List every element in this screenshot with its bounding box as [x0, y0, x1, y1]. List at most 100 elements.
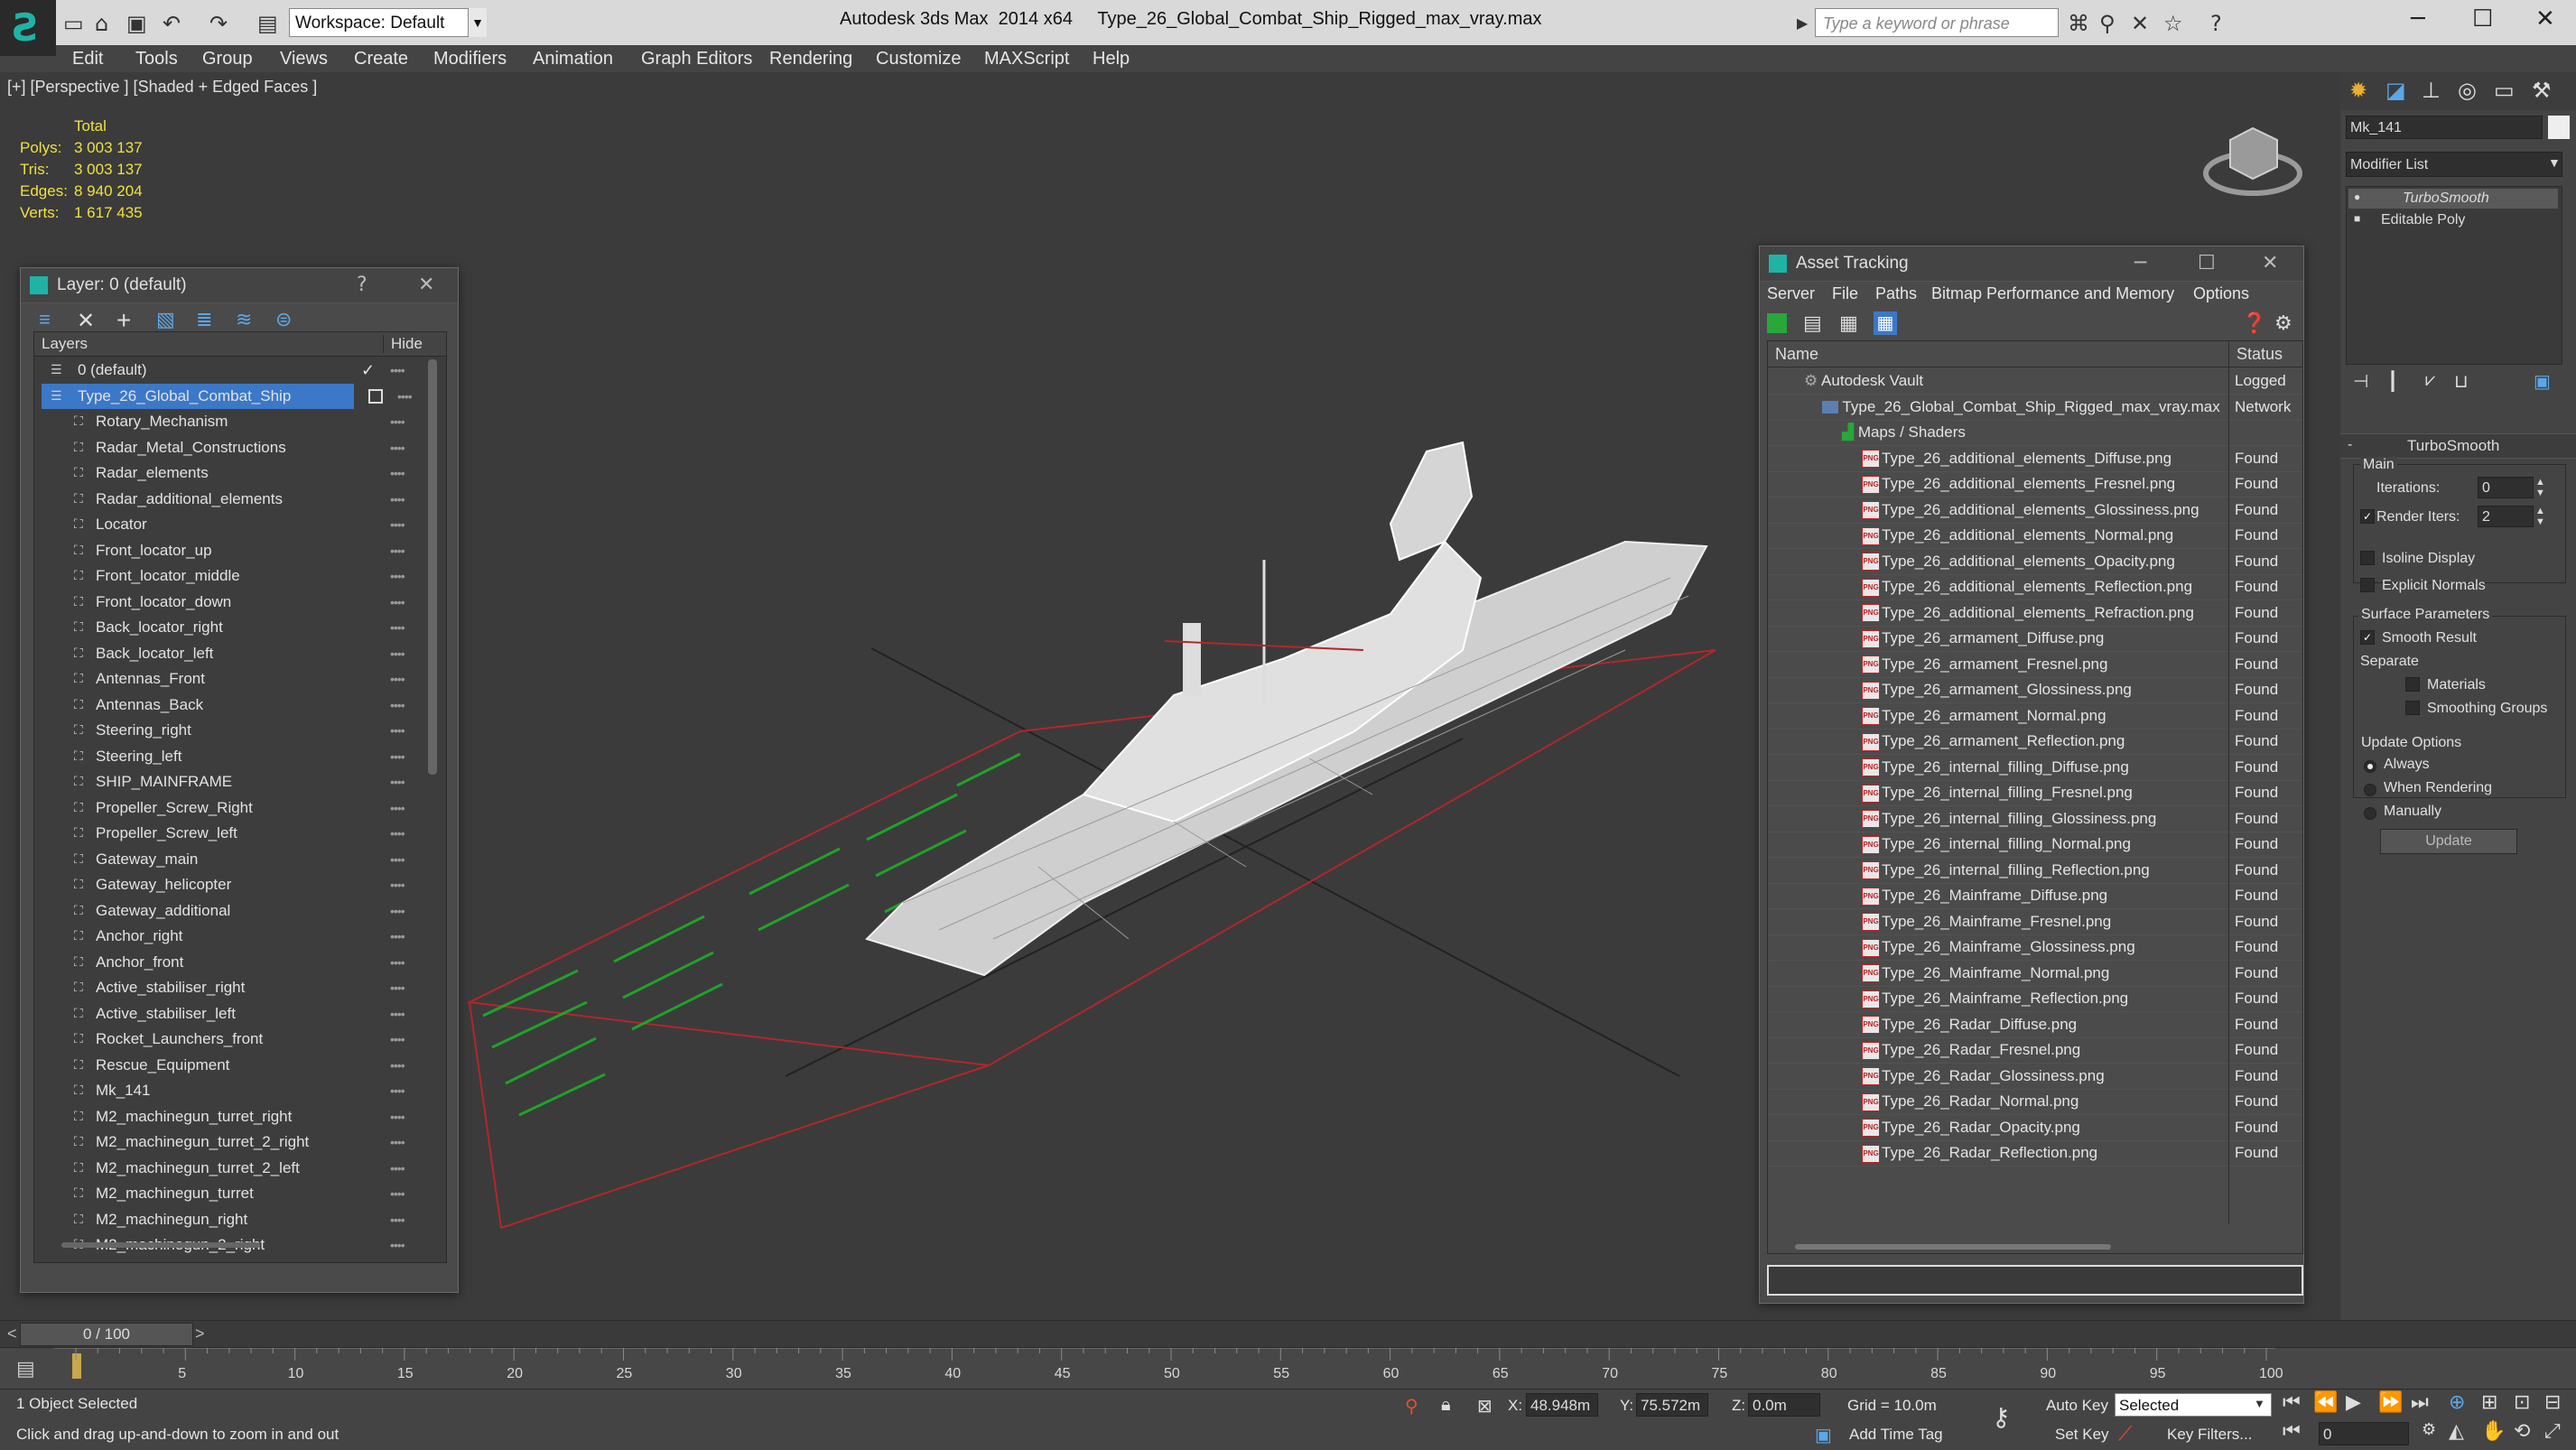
hide-toggle[interactable]: •••• — [390, 821, 405, 846]
column-header-hide[interactable]: Hide — [383, 335, 423, 353]
hide-toggle[interactable]: •••• — [390, 1232, 405, 1258]
go-to-start-icon[interactable]: ⏮ — [2283, 1391, 2301, 1414]
asset-menu-paths[interactable]: Paths — [1875, 284, 1917, 303]
configure-sets-icon[interactable]: ▣ — [2534, 370, 2551, 393]
asset-row[interactable]: PNG Type_26_Radar_Reflection.png Found — [1768, 1140, 2302, 1167]
iterations-spinner[interactable]: 0 — [2478, 477, 2534, 498]
layer-row[interactable]: ☰ Type_26_Global_Combat_Ship •••• — [42, 383, 413, 409]
menu-maxscript[interactable]: MAXScript — [984, 49, 1069, 70]
menu-help[interactable]: Help — [1093, 49, 1130, 70]
hide-toggle[interactable]: •••• — [390, 512, 405, 537]
go-to-end-icon[interactable]: ⏭ — [2411, 1391, 2429, 1414]
layer-row[interactable]: ⛶ Rescue_Equipment •••• — [34, 1053, 423, 1078]
remove-modifier-icon[interactable]: ⊔ — [2454, 370, 2469, 393]
asset-row[interactable]: PNG Type_26_internal_filling_Reflection.p… — [1768, 857, 2302, 884]
asset-row[interactable]: PNG Type_26_armament_Normal.png Found — [1768, 702, 2302, 730]
hide-toggle[interactable]: •••• — [390, 666, 405, 692]
make-unique-icon[interactable]: ⩗ — [2425, 370, 2435, 391]
hide-toggle[interactable]: •••• — [390, 1156, 405, 1181]
layer-row[interactable]: ⛶ Active_stabiliser_left •••• — [34, 1001, 423, 1027]
menu-customize[interactable]: Customize — [876, 49, 961, 70]
when-rendering-radio[interactable] — [2364, 784, 2376, 796]
layer-row[interactable]: ⛶ Back_locator_left •••• — [34, 641, 423, 666]
render-iters-spinner[interactable]: 2 — [2478, 506, 2534, 527]
key-selection-dropdown[interactable]: Selected — [2115, 1393, 2272, 1417]
asset-row[interactable]: ▟ Maps / Shaders — [1768, 420, 2302, 446]
asset-row[interactable]: PNG Type_26_Mainframe_Glossiness.png Found — [1768, 934, 2302, 961]
layer-row[interactable]: ⛶ Gateway_main •••• — [34, 847, 423, 872]
hide-toggle[interactable]: •••• — [390, 795, 405, 821]
asset-menu-bitmap[interactable]: Bitmap Performance and Memory — [1931, 284, 2174, 303]
asset-row[interactable]: PNG Type_26_armament_Reflection.png Found — [1768, 729, 2302, 755]
manually-radio[interactable] — [2364, 807, 2376, 820]
asset-row[interactable]: PNG Type_26_armament_Diffuse.png Found — [1768, 626, 2302, 652]
delete-layer-icon[interactable]: ✕ — [77, 308, 95, 334]
time-slider[interactable]: < 0 / 100 > — [0, 1320, 2576, 1348]
layer-row[interactable]: ⛶ Steering_right •••• — [34, 718, 423, 743]
hide-toggle[interactable]: •••• — [390, 563, 405, 589]
hide-toggle[interactable]: •••• — [390, 1207, 405, 1232]
hide-toggle[interactable]: •••• — [390, 744, 405, 769]
asset-row[interactable]: PNG Type_26_additional_elements_Glossines… — [1768, 497, 2302, 524]
hide-toggle[interactable]: •••• — [390, 1104, 405, 1129]
selection-lock-icon[interactable]: 🔒︎ — [1441, 1395, 1451, 1416]
layer-row[interactable]: ⛶ Gateway_helicopter •••• — [34, 872, 423, 897]
pan-icon[interactable]: ✋ — [2481, 1420, 2506, 1443]
hide-toggle[interactable]: •••• — [390, 358, 405, 383]
asset-row[interactable]: PNG Type_26_armament_Glossiness.png Found — [1768, 677, 2302, 703]
redo-icon[interactable]: ↷ — [209, 11, 228, 36]
freeze-all-icon[interactable]: ⊜ — [275, 308, 292, 331]
rollout-header[interactable]: - TurboSmooth — [2340, 433, 2576, 459]
modifier-list-dropdown[interactable]: Modifier List — [2346, 152, 2562, 177]
next-frame-icon[interactable]: > — [195, 1325, 205, 1343]
asset-menu-server[interactable]: Server — [1767, 284, 1815, 303]
auto-key-button[interactable]: Auto Key — [2046, 1397, 2108, 1415]
binoculars-icon[interactable]: ⌘ — [2068, 11, 2089, 36]
asset-row[interactable]: PNG Type_26_additional_elements_Fresnel.p… — [1768, 471, 2302, 497]
menu-views[interactable]: Views — [280, 49, 328, 70]
update-button[interactable]: Update — [2380, 829, 2517, 854]
layer-row[interactable]: ⛶ M2_machinegun_turret_2_left •••• — [34, 1156, 423, 1181]
hide-toggle[interactable]: •••• — [390, 460, 405, 486]
field-of-view-icon[interactable]: ◭ — [2449, 1420, 2464, 1443]
hide-toggle[interactable]: •••• — [390, 950, 405, 975]
z-coordinate-field[interactable]: 0.0m — [1748, 1393, 1820, 1417]
hide-toggle[interactable]: •••• — [390, 1078, 405, 1103]
layer-row[interactable]: ⛶ Front_locator_down •••• — [34, 590, 423, 615]
app-menu-button[interactable]: Ƨ — [0, 0, 56, 56]
menu-graph-editors[interactable]: Graph Editors — [641, 49, 752, 70]
display-tab-icon[interactable]: ▭ — [2494, 78, 2515, 104]
explicit-normals-checkbox[interactable] — [2360, 578, 2375, 592]
layer-row[interactable]: ⛶ Radar_elements •••• — [34, 460, 423, 486]
y-coordinate-field[interactable]: 75.572m — [1636, 1393, 1708, 1417]
layer-row[interactable]: ⛶ Active_stabiliser_right •••• — [34, 975, 423, 1000]
hide-toggle[interactable]: •••• — [390, 769, 405, 795]
hide-toggle[interactable]: •••• — [390, 924, 405, 949]
layer-panel-title[interactable]: Layer: 0 (default) — [21, 268, 458, 303]
layer-row[interactable]: ⛶ M2_machinegun_turret •••• — [34, 1181, 423, 1206]
motion-tab-icon[interactable]: ◎ — [2458, 78, 2477, 104]
layer-row[interactable]: ⛶ Rocket_Launchers_front •••• — [34, 1027, 423, 1052]
modify-tab-icon[interactable]: ◪ — [2385, 78, 2406, 104]
asset-menu-file[interactable]: File — [1832, 284, 1858, 303]
layer-row[interactable]: ⛶ Propeller_Screw_Right •••• — [34, 795, 423, 821]
hide-toggle[interactable]: •••• — [390, 1053, 405, 1078]
hide-toggle[interactable]: •••• — [390, 641, 405, 666]
render-iters-checkbox[interactable]: ✓ — [2360, 509, 2375, 524]
select-objects-icon[interactable]: ▧ — [156, 308, 175, 331]
layer-row[interactable]: ⛶ Antennas_Front •••• — [34, 666, 423, 692]
new-file-icon[interactable]: ▭ — [63, 11, 84, 36]
layer-row[interactable]: ⛶ Anchor_right •••• — [34, 924, 423, 949]
menu-create[interactable]: Create — [354, 49, 408, 70]
asset-row[interactable]: PNG Type_26_Mainframe_Fresnel.png Found — [1768, 908, 2302, 935]
smoothing-groups-checkbox[interactable] — [2405, 701, 2420, 715]
menu-animation[interactable]: Animation — [533, 49, 613, 70]
hide-toggle[interactable]: •••• — [390, 718, 405, 743]
hide-toggle[interactable]: •••• — [390, 847, 405, 872]
asset-row[interactable]: PNG Type_26_Radar_Opacity.png Found — [1768, 1114, 2302, 1141]
always-radio[interactable] — [2364, 760, 2376, 773]
asset-row[interactable]: PNG Type_26_additional_elements_Diffuse.p… — [1768, 445, 2302, 472]
layer-row[interactable]: ⛶ Steering_left •••• — [34, 744, 423, 769]
time-slider-thumb[interactable]: 0 / 100 — [20, 1323, 193, 1346]
save-icon[interactable]: ▣ — [126, 11, 147, 36]
